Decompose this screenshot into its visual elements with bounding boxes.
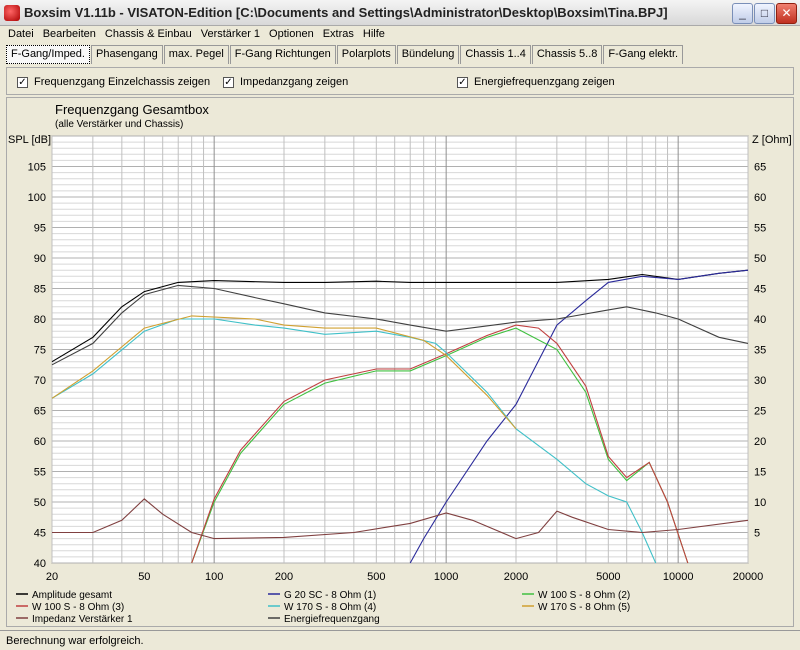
y2-axis-label: Z [Ohm] <box>752 134 792 146</box>
x-tick-label: 1000 <box>434 571 458 583</box>
y2-tick-label: 35 <box>754 345 766 357</box>
y-tick-label: 60 <box>34 436 46 448</box>
frequency-chart: Frequenzgang Gesamtbox (alle Verstärker u… <box>8 102 792 625</box>
y-tick-label: 80 <box>34 314 46 326</box>
x-tick-label: 10000 <box>663 571 694 583</box>
y2-tick-label: 30 <box>754 375 766 387</box>
x-tick-label: 2000 <box>504 571 528 583</box>
x-tick-label: 20000 <box>733 571 764 583</box>
legend-label: W 170 S - 8 Ohm (4) <box>284 602 376 613</box>
y2-tick-label: 15 <box>754 467 766 479</box>
y2-tick-label: 40 <box>754 314 766 326</box>
y-tick-label: 95 <box>34 223 46 235</box>
y2-tick-label: 55 <box>754 223 766 235</box>
legend-label: Energiefrequenzgang <box>284 614 380 625</box>
y2-tick-label: 10 <box>754 497 766 509</box>
legend-label: W 170 S - 8 Ohm (5) <box>538 602 630 613</box>
x-tick-label: 50 <box>138 571 150 583</box>
y2-tick-label: 45 <box>754 284 766 296</box>
y2-tick-label: 20 <box>754 436 766 448</box>
y-tick-label: 50 <box>34 497 46 509</box>
y2-tick-label: 65 <box>754 162 766 174</box>
x-tick-label: 100 <box>205 571 223 583</box>
legend-label: G 20 SC - 8 Ohm (1) <box>284 590 376 601</box>
legend-label: W 100 S - 8 Ohm (2) <box>538 590 630 601</box>
legend-label: W 100 S - 8 Ohm (3) <box>32 602 124 613</box>
y-tick-label: 100 <box>28 192 46 204</box>
y-tick-label: 65 <box>34 406 46 418</box>
y-tick-label: 40 <box>34 558 46 570</box>
y-tick-label: 55 <box>34 467 46 479</box>
x-tick-label: 500 <box>367 571 385 583</box>
y-tick-label: 70 <box>34 375 46 387</box>
y2-tick-label: 60 <box>754 192 766 204</box>
y2-tick-label: 5 <box>754 528 760 540</box>
x-tick-label: 200 <box>275 571 293 583</box>
chart-subtitle: (alle Verstärker und Chassis) <box>55 119 183 130</box>
status-bar: Berechnung war erfolgreich. <box>0 630 800 650</box>
y-tick-label: 90 <box>34 253 46 265</box>
y-tick-label: 75 <box>34 345 46 357</box>
y2-tick-label: 25 <box>754 406 766 418</box>
x-tick-label: 5000 <box>596 571 620 583</box>
y-tick-label: 45 <box>34 528 46 540</box>
y-tick-label: 85 <box>34 284 46 296</box>
y-tick-label: 105 <box>28 162 46 174</box>
y-axis-label: SPL [dB] <box>8 134 51 146</box>
legend-label: Amplitude gesamt <box>32 590 112 601</box>
legend-label: Impedanz Verstärker 1 <box>32 614 133 625</box>
x-tick-label: 20 <box>46 571 58 583</box>
y2-tick-label: 50 <box>754 253 766 265</box>
chart-title: Frequenzgang Gesamtbox <box>55 102 209 117</box>
